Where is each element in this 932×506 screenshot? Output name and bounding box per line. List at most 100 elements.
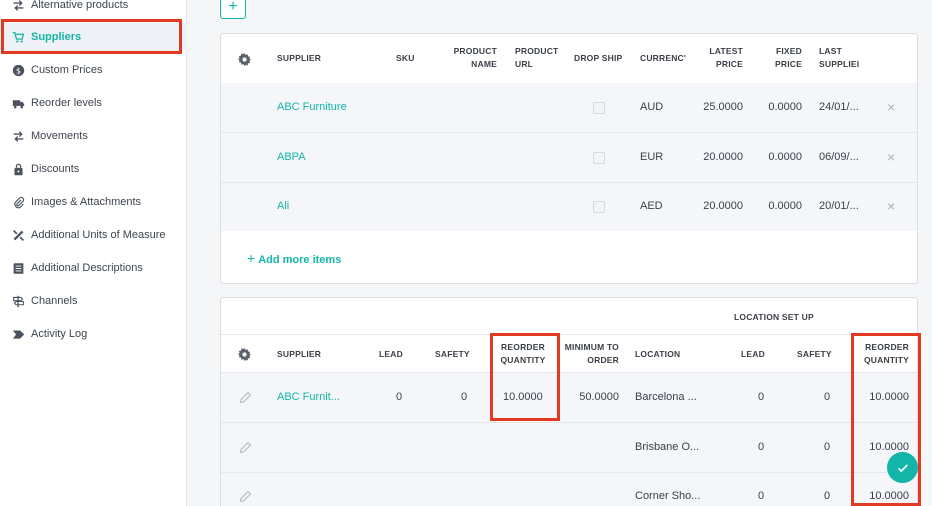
paperclip-icon: [11, 195, 25, 209]
sidebar-item-label: Channels: [31, 295, 78, 307]
add-button[interactable]: +: [220, 0, 246, 19]
table-row: [221, 183, 917, 231]
supplier-link[interactable]: ABPA: [277, 151, 306, 163]
last-supplied-cell: 24/01/...: [819, 101, 859, 113]
header-lead: LEAD: [379, 349, 403, 359]
gear-icon[interactable]: [238, 348, 251, 361]
tag-lock-icon: [11, 162, 25, 176]
sidebar-item-suppliers[interactable]: Suppliers: [0, 23, 187, 51]
supplier-link[interactable]: Ali: [277, 200, 289, 212]
close-icon[interactable]: ×: [887, 100, 898, 114]
confirm-fab-button[interactable]: [887, 452, 918, 483]
sidebar-item-label: Additional Descriptions: [31, 262, 143, 274]
table-row: [221, 423, 917, 472]
suppliers-panel: SUPPLIER SKU PRODUCT NAME PRODUCT URL DROP…: [220, 33, 918, 284]
pencil-icon[interactable]: [239, 391, 252, 404]
location-reorder-quantity-cell: 10.0000: [869, 391, 909, 403]
minimum-to-order-cell: 50.0000: [579, 391, 619, 403]
pencil-icon[interactable]: [239, 490, 252, 503]
sidebar-item-label: Additional Units of Measure: [31, 229, 166, 241]
safety-cell: 0: [461, 391, 468, 403]
truck-icon: [11, 96, 25, 110]
reorder-panel: LOCATION SET UP SUPPLIER LEAD SAFETY REO…: [220, 297, 918, 506]
sidebar-item-discounts[interactable]: Discounts: [0, 155, 187, 183]
header-minimum-to-order: MINIMUM TO ORDER: [564, 342, 619, 365]
location-cell: Barcelona ...: [635, 391, 697, 403]
gear-icon[interactable]: [238, 53, 251, 66]
arrows-swap-icon: [11, 129, 25, 143]
location-reorder-quantity-cell: 10.0000: [869, 490, 909, 502]
sidebar-item-custom-prices[interactable]: $ Custom Prices: [0, 56, 187, 84]
sidebar-item-alternative-products[interactable]: Alternative products: [0, 0, 187, 19]
latest-price-cell: 25.0000: [703, 101, 743, 113]
header-supplier: SUPPLIER: [277, 53, 322, 63]
ruler-pencil-icon: [11, 228, 25, 242]
signpost-icon: [11, 294, 25, 308]
sidebar: Alternative products Suppliers $ Custom …: [0, 0, 187, 506]
latest-price-cell: 20.0000: [703, 200, 743, 212]
location-cell: Brisbane O...: [635, 441, 700, 453]
location-cell: Corner Sho...: [635, 490, 701, 502]
sidebar-item-activity-log[interactable]: Activity Log: [0, 320, 187, 348]
header-last-supplied: LAST SUPPLIEI: [819, 46, 860, 69]
lead-cell: 0: [396, 391, 403, 403]
header-currency: CURRENC': [640, 53, 687, 63]
location-lead-cell: 0: [758, 490, 765, 502]
sidebar-item-label: Images & Attachments: [31, 196, 142, 208]
sidebar-item-label: Custom Prices: [31, 64, 103, 76]
header-latest-price: LATEST PRICE: [709, 46, 743, 69]
sidebar-item-label: Activity Log: [31, 328, 88, 340]
reorder-quantity-cell: 10.0000: [503, 391, 543, 403]
close-icon[interactable]: ×: [887, 199, 898, 213]
sidebar-item-label: Discounts: [31, 163, 80, 175]
header-reorder-quantity: REORDER QUANTITY: [500, 342, 546, 365]
pencil-icon[interactable]: [239, 441, 252, 454]
header-location-safety: SAFETY: [797, 349, 832, 359]
location-setup-heading: LOCATION SET UP: [734, 312, 814, 322]
header-supplier: SUPPLIER: [277, 349, 322, 359]
supplier-link[interactable]: ABC Furnit...: [277, 391, 340, 403]
location-safety-cell: 0: [824, 441, 831, 453]
sidebar-item-additional-units[interactable]: Additional Units of Measure: [0, 221, 187, 249]
fixed-price-cell: 0.0000: [768, 101, 802, 113]
location-lead-cell: 0: [758, 391, 765, 403]
add-more-items-link[interactable]: + Add more items: [247, 250, 341, 266]
close-icon[interactable]: ×: [887, 150, 898, 164]
header-drop-ship: DROP SHIP: [574, 53, 623, 63]
header-product-url: PRODUCT URL: [515, 46, 559, 69]
last-supplied-cell: 06/09/...: [819, 151, 859, 163]
drop-ship-checkbox[interactable]: [593, 102, 605, 114]
last-supplied-cell: 20/01/...: [819, 200, 859, 212]
sidebar-item-label: Reorder levels: [31, 97, 102, 109]
header-fixed-price: FIXED PRICE: [775, 46, 802, 69]
cart-icon: [11, 30, 25, 44]
sidebar-item-label: Alternative products: [31, 0, 129, 11]
drop-ship-checkbox[interactable]: [593, 201, 605, 213]
location-safety-cell: 0: [824, 490, 831, 502]
header-location: LOCATION: [635, 349, 681, 359]
currency-cell: AUD: [640, 101, 664, 113]
header-safety: SAFETY: [435, 349, 470, 359]
header-sku: SKU: [396, 53, 415, 63]
table-row: [221, 133, 917, 182]
plus-icon: +: [247, 250, 256, 266]
sidebar-item-movements[interactable]: Movements: [0, 122, 187, 150]
supplier-link[interactable]: ABC Furniture: [277, 101, 347, 113]
sidebar-item-additional-descriptions[interactable]: Additional Descriptions: [0, 254, 187, 282]
sidebar-item-images-attachments[interactable]: Images & Attachments: [0, 188, 187, 216]
svg-text:$: $: [15, 65, 20, 75]
sidebar-item-channels[interactable]: Channels: [0, 287, 187, 315]
location-safety-cell: 0: [824, 391, 831, 403]
currency-cell: EUR: [640, 151, 664, 163]
drop-ship-checkbox[interactable]: [593, 152, 605, 164]
sidebar-item-reorder-levels[interactable]: Reorder levels: [0, 89, 187, 117]
sidebar-item-label: Suppliers: [31, 31, 82, 43]
arrows-swap-icon: [11, 0, 25, 12]
table-row: [221, 473, 917, 506]
arrow-tag-icon: [11, 327, 25, 341]
sidebar-item-label: Movements: [31, 130, 88, 142]
header-location-reorder-quantity: REORDER QUANTITY: [863, 342, 909, 365]
header-location-lead: LEAD: [741, 349, 765, 359]
header-product-name: PRODUCT NAME: [453, 46, 497, 69]
fixed-price-cell: 0.0000: [768, 200, 802, 212]
